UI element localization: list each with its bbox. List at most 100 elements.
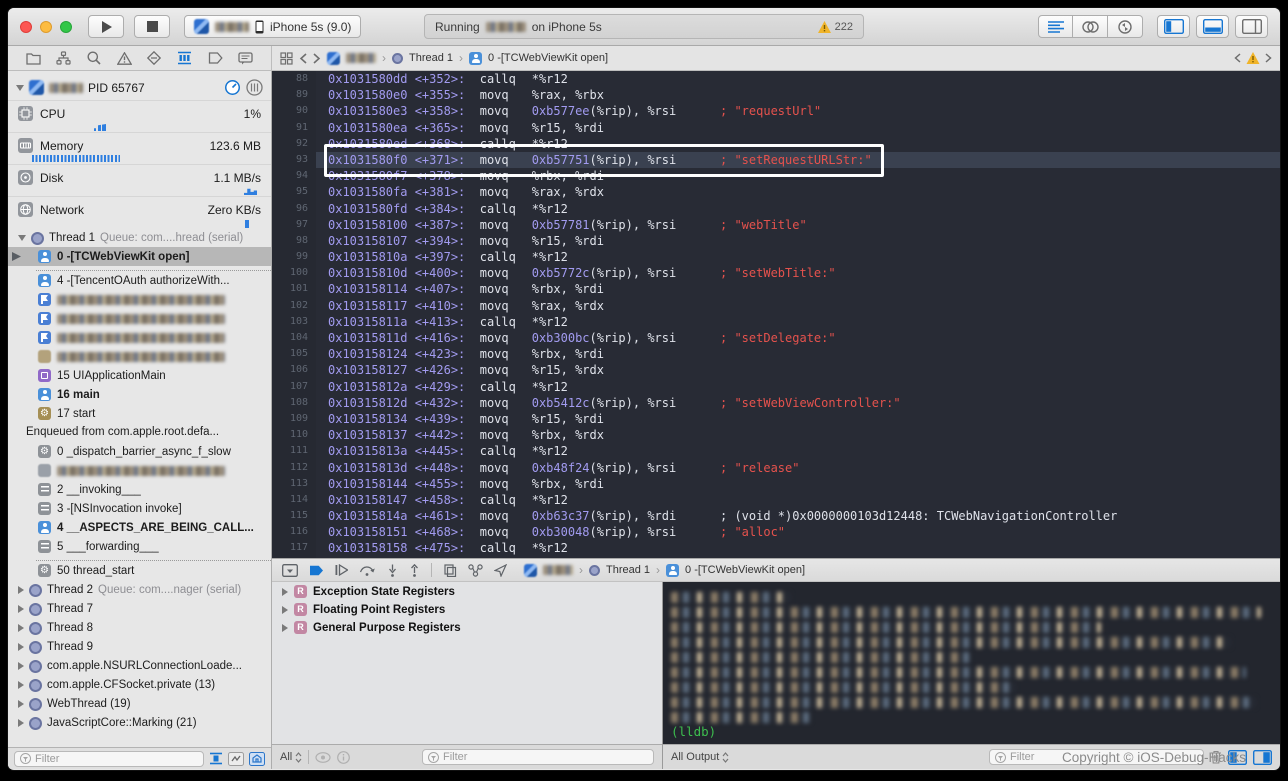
toggle-utilities-button[interactable] [1235,15,1268,38]
stack-frame-row[interactable]: 16 main [8,385,271,404]
thread-row[interactable]: Thread 7 [8,599,271,618]
register-group-row[interactable]: R Floating Point Registers [272,600,662,618]
code-line[interactable]: 112 0x10315813d <+448>: movq 0xb48f24(%rip… [272,460,1280,476]
thread-row[interactable]: Thread 2 Queue: com....nager (serial) [8,580,271,599]
code-line[interactable]: 103 0x10315811a <+413>: callq *%r12 [272,314,1280,330]
assistant-editor-button[interactable] [1073,15,1108,38]
debug-navigator-icon[interactable] [177,51,192,65]
toggle-navigator-button[interactable] [1157,15,1190,38]
code-line[interactable]: 99 0x10315810a <+397>: callq *%r12 [272,249,1280,265]
console-view[interactable]: (lldb) All Output Filter Copyright © iOS… [663,582,1280,769]
code-line[interactable]: 108 0x10315812d <+432>: movq 0xb5412c(%rip… [272,395,1280,411]
disclosure-triangle-icon[interactable] [18,235,26,241]
stop-button[interactable] [134,15,170,38]
gauge-row-disk[interactable]: Disk 1.1 MB/s [8,164,271,187]
debug-bar-thread[interactable]: Thread 1 [606,564,650,576]
disclosure-triangle-icon[interactable] [18,605,24,613]
stack-frame-row[interactable]: 4 -[TencentOAuth authorizeWith... [8,271,271,290]
continue-icon[interactable] [335,564,348,576]
debug-bar-frame[interactable]: 0 -[TCWebViewKit open] [685,564,805,576]
toggle-debug-area-button[interactable] [1196,15,1229,38]
code-line[interactable]: 116 0x103158151 <+468>: movq 0xb30048(%rip… [272,524,1280,540]
debug-gauge-icon[interactable] [224,79,241,96]
thread-row[interactable]: Thread 9 [8,637,271,656]
code-line[interactable]: 98 0x103158107 <+394>: movq %r15, %rdi [272,233,1280,249]
thread-1-header[interactable]: Thread 1 Queue: com....hread (serial) [8,228,271,247]
navigator-filter-field[interactable]: Filter [14,750,204,767]
step-over-icon[interactable] [359,564,376,576]
memory-graph-icon[interactable] [468,563,483,577]
code-line[interactable]: 113 0x103158144 <+455>: movq %rbx, %rdi [272,476,1280,492]
process-row[interactable]: PID 65767 [8,71,271,100]
thread-row[interactable]: com.apple.NSURLConnectionLoade... [8,656,271,675]
stack-frame-row[interactable] [8,347,271,366]
jump-bar-frame[interactable]: 0 -[TCWebViewKit open] [488,52,608,64]
thread-row[interactable]: WebThread (19) [8,694,271,713]
disclosure-triangle-icon[interactable] [18,624,24,632]
symbol-navigator-icon[interactable] [56,51,72,65]
toggle-console-pane-icon[interactable] [1253,749,1272,765]
hide-debug-area-icon[interactable] [282,563,298,577]
stack-frame-row[interactable]: 3 -[NSInvocation invoke] [8,499,271,518]
variables-scope-popup[interactable]: All [280,751,302,763]
code-line[interactable]: 104 0x10315811d <+416>: movq 0xb300bc(%rip… [272,330,1280,346]
register-group-row[interactable]: R General Purpose Registers [272,618,662,636]
code-line[interactable]: 91 0x1031580ea <+365>: movq %r15, %rdi [272,120,1280,136]
jump-bar-thread[interactable]: Thread 1 [409,52,453,64]
go-forward-icon[interactable] [313,52,321,64]
code-line[interactable]: 114 0x103158147 <+458>: callq *%r12 [272,492,1280,508]
thread-row[interactable]: Thread 8 [8,618,271,637]
view-hierarchy-icon[interactable] [443,563,457,577]
issue-navigator-icon[interactable] [116,51,132,65]
code-line[interactable]: 95 0x1031580fa <+381>: movq %rax, %rdx [272,184,1280,200]
show-only-interesting-icon[interactable] [249,751,265,766]
thread-row[interactable]: com.apple.CFSocket.private (13) [8,675,271,694]
code-line[interactable]: 96 0x1031580fd <+384>: callq *%r12 [272,201,1280,217]
run-button[interactable] [88,15,124,38]
code-line[interactable]: 89 0x1031580e0 <+355>: movq %rax, %rbx [272,87,1280,103]
gauge-row-network[interactable]: Network Zero KB/s [8,196,271,219]
code-line[interactable]: 109 0x103158134 <+439>: movq %r15, %rdi [272,411,1280,427]
report-navigator-icon[interactable] [238,51,253,65]
next-issue-icon[interactable] [1265,53,1272,63]
code-line[interactable]: 90 0x1031580e3 <+358>: movq 0xb577ee(%rip)… [272,103,1280,119]
simulate-location-icon[interactable] [494,563,507,577]
disclosure-triangle-icon[interactable] [282,587,288,596]
stack-frame-row[interactable]: ⚙ 0 _dispatch_barrier_async_f_slow [8,442,271,461]
disclosure-triangle-icon[interactable] [282,605,288,614]
code-line[interactable]: 106 0x103158127 <+426>: movq %r15, %rdx [272,362,1280,378]
register-group-row[interactable]: R Exception State Registers [272,582,662,600]
close-window-button[interactable] [20,20,32,33]
disclosure-triangle-icon[interactable] [18,681,24,689]
previous-issue-icon[interactable] [1234,53,1241,63]
warning-count-badge[interactable]: 222 [817,20,853,33]
collapse-frames-icon[interactable] [228,751,244,766]
code-line[interactable]: 105 0x103158124 <+423>: movq %rbx, %rdi [272,346,1280,362]
disclosure-triangle-icon[interactable] [18,586,24,594]
minimize-window-button[interactable] [40,20,52,33]
print-description-icon[interactable] [337,750,351,764]
stack-frame-row[interactable] [8,290,271,309]
code-line[interactable]: 101 0x103158114 <+407>: movq %rbx, %rdi [272,281,1280,297]
test-navigator-icon[interactable] [147,51,162,65]
disclosure-triangle-icon[interactable] [18,700,24,708]
code-line[interactable]: 107 0x10315812a <+429>: callq *%r12 [272,379,1280,395]
stack-frame-row[interactable]: ⚙ 17 start [8,404,271,423]
disclosure-triangle-icon[interactable] [18,662,24,670]
console-filter-field[interactable]: Filter [989,749,1204,765]
gauge-row-memory[interactable]: Memory 123.6 MB [8,132,271,155]
stack-frame-row[interactable]: 15 UIApplicationMain [8,366,271,385]
toggle-variables-pane-icon[interactable] [1228,749,1247,765]
target-app-icon-blurred[interactable] [327,51,340,65]
stack-frame-row[interactable]: 0 -[TCWebViewKit open] [8,247,271,266]
memory-report-icon[interactable] [246,79,263,96]
breakpoints-toggle-icon[interactable] [309,565,324,576]
step-out-icon[interactable] [409,563,420,577]
issue-warning-icon[interactable] [1246,52,1260,64]
code-line[interactable]: 102 0x103158117 <+410>: movq %rax, %rdx [272,298,1280,314]
stack-frame-row[interactable]: ⚙ 50 thread_start [8,561,271,580]
step-into-icon[interactable] [387,564,398,577]
code-line[interactable]: 117 0x103158158 <+475>: callq *%r12 [272,540,1280,556]
code-line[interactable]: 100 0x10315810d <+400>: movq 0xb5772c(%rip… [272,265,1280,281]
code-line[interactable]: 111 0x10315813a <+445>: callq *%r12 [272,443,1280,459]
